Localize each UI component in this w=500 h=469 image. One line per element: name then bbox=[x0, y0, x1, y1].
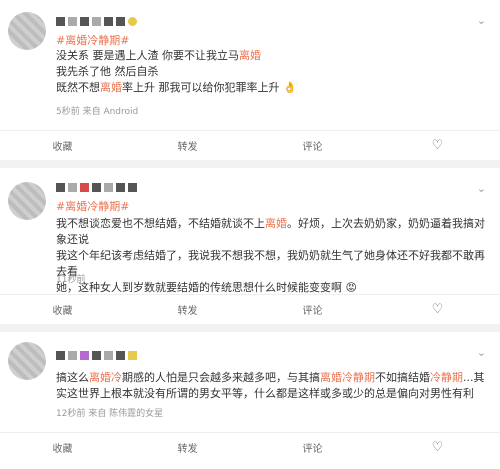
like-button[interactable]: ♡ bbox=[375, 440, 500, 455]
keyword-link[interactable]: 冷静期 bbox=[430, 371, 463, 384]
post-meta: 5秒前 来自 Android bbox=[56, 107, 139, 117]
repost-button[interactable]: 转发 bbox=[125, 440, 250, 455]
avatar[interactable] bbox=[8, 342, 46, 380]
heart-outline-icon: ♡ bbox=[431, 439, 444, 455]
weibo-post-2: ⌄ #离婚冷静期# 我不想谈恋爱也不想结婚，不结婚就谈不上离婚。好烦，上次去奶奶… bbox=[0, 168, 500, 328]
post-text-line: 既然不想离婚率上升 那我可以给你犯罪率上升 👌 bbox=[56, 80, 490, 96]
post-text-line: 搞这么离婚冷期感的人怕是只会越多来越多吧，与其搞离婚冷静期不如搞结婚冷静期...… bbox=[56, 370, 490, 386]
text-segment: 期感的人怕是只会越多来越多吧，与其搞 bbox=[122, 371, 320, 384]
text-segment: 不如搞结婚 bbox=[375, 371, 430, 384]
text-segment: 我不想谈恋爱也不想结婚，不结婚就谈不上 bbox=[56, 217, 265, 230]
post-text-line: 我先杀了他 然后自杀 bbox=[56, 64, 490, 80]
topic-tag[interactable]: #离婚冷静期# bbox=[56, 198, 129, 214]
keyword-link[interactable]: 离婚冷静期 bbox=[320, 371, 375, 384]
chevron-down-icon[interactable]: ⌄ bbox=[477, 346, 486, 359]
comment-button[interactable]: 评论 bbox=[250, 302, 375, 317]
text-segment: 既然不想 bbox=[56, 81, 100, 94]
post-text-line: 我不想谈恋爱也不想结婚，不结婚就谈不上离婚。好烦，上次去奶奶家，奶奶逼着我搞对象… bbox=[56, 216, 490, 248]
repost-button[interactable]: 转发 bbox=[125, 138, 250, 153]
post-meta: 11秒前 bbox=[56, 275, 86, 285]
favorite-button[interactable]: 收藏 bbox=[0, 440, 125, 455]
comment-button[interactable]: 评论 bbox=[250, 440, 375, 455]
avatar[interactable] bbox=[8, 12, 46, 50]
post-text: 搞这么离婚冷期感的人怕是只会越多来越多吧，与其搞离婚冷静期不如搞结婚冷静期...… bbox=[56, 370, 490, 402]
text-segment: 率上升 那我可以给你犯罪率上升 👌 bbox=[122, 81, 297, 94]
keyword-link[interactable]: 离婚 bbox=[100, 81, 122, 94]
post-text-line: 实这世界上根本就没有所谓的男女平等，什么都是这样或多或少的总是偏向对男性有利 bbox=[56, 386, 490, 402]
text-segment: 实这世界上根本就没有所谓的男女平等，什么都是这样或多或少的总是偏向对男性有利 bbox=[56, 387, 474, 400]
text-segment: 我这个年纪该考虑结婚了，我说我不想我不想，我奶奶就生气了她身体还不好我都不敢再去… bbox=[56, 249, 485, 278]
post-text-line: 没关系 要是遇上人渣 你要不让我立马离婚 bbox=[56, 48, 490, 64]
keyword-link[interactable]: 离婚 bbox=[265, 217, 287, 230]
comment-button[interactable]: 评论 bbox=[250, 138, 375, 153]
post-text: 没关系 要是遇上人渣 你要不让我立马离婚 我先杀了他 然后自杀 既然不想离婚率上升 … bbox=[56, 48, 490, 96]
username-redacted[interactable] bbox=[56, 348, 137, 362]
keyword-link[interactable]: 离婚 bbox=[239, 49, 261, 62]
text-segment: 我先杀了他 然后自杀 bbox=[56, 65, 159, 78]
separator bbox=[0, 160, 500, 168]
text-segment: ...其 bbox=[463, 371, 485, 384]
separator bbox=[0, 324, 500, 332]
heart-outline-icon: ♡ bbox=[431, 301, 444, 317]
weibo-post-1: ⌄ #离婚冷静期# 没关系 要是遇上人渣 你要不让我立马离婚 我先杀了他 然后自杀… bbox=[0, 0, 500, 160]
like-button[interactable]: ♡ bbox=[375, 302, 500, 317]
action-bar: 收藏 转发 评论 ♡ bbox=[0, 294, 500, 323]
text-segment: 搞这么 bbox=[56, 371, 89, 384]
heart-outline-icon: ♡ bbox=[431, 137, 444, 153]
action-bar: 收藏 转发 评论 ♡ bbox=[0, 432, 500, 461]
username-redacted[interactable] bbox=[56, 180, 137, 194]
topic-tag[interactable]: #离婚冷静期# bbox=[56, 32, 129, 48]
username-redacted[interactable] bbox=[56, 14, 137, 28]
keyword-link[interactable]: 离婚冷 bbox=[89, 371, 122, 384]
post-meta: 12秒前 来自 陈伟霆的女星 bbox=[56, 409, 164, 419]
post-text-line: 我这个年纪该考虑结婚了，我说我不想我不想，我奶奶就生气了她身体还不好我都不敢再去… bbox=[56, 248, 490, 280]
weibo-post-3: ⌄ 搞这么离婚冷期感的人怕是只会越多来越多吧，与其搞离婚冷静期不如搞结婚冷静期.… bbox=[0, 332, 500, 469]
text-segment: 没关系 要是遇上人渣 你要不让我立马 bbox=[56, 49, 239, 62]
like-button[interactable]: ♡ bbox=[375, 138, 500, 153]
action-bar: 收藏 转发 评论 ♡ bbox=[0, 130, 500, 159]
repost-button[interactable]: 转发 bbox=[125, 302, 250, 317]
favorite-button[interactable]: 收藏 bbox=[0, 302, 125, 317]
avatar[interactable] bbox=[8, 182, 46, 220]
favorite-button[interactable]: 收藏 bbox=[0, 138, 125, 153]
text-segment: 她，这种女人到岁数就要结婚的传统思想什么时候能变变啊 😡 bbox=[56, 281, 357, 294]
chevron-down-icon[interactable]: ⌄ bbox=[477, 182, 486, 195]
post-text: 我不想谈恋爱也不想结婚，不结婚就谈不上离婚。好烦，上次去奶奶家，奶奶逼着我搞对象… bbox=[56, 216, 490, 296]
chevron-down-icon[interactable]: ⌄ bbox=[477, 14, 486, 27]
